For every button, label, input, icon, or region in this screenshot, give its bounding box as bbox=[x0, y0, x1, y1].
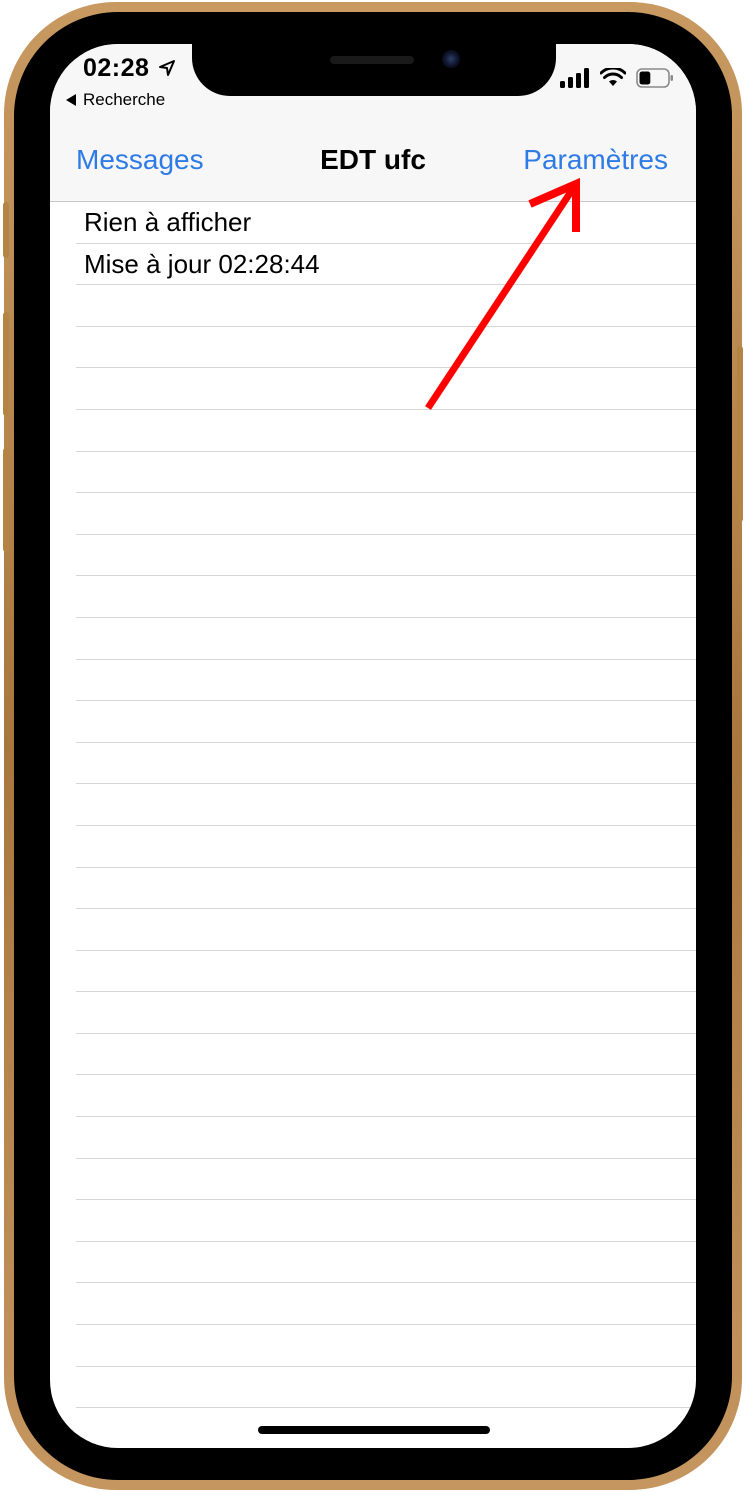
empty-row bbox=[76, 1325, 696, 1367]
front-camera bbox=[442, 50, 460, 68]
home-indicator[interactable] bbox=[258, 1426, 490, 1434]
empty-row bbox=[76, 868, 696, 910]
wifi-icon bbox=[600, 68, 626, 86]
empty-row bbox=[76, 410, 696, 452]
status-indicators bbox=[560, 68, 674, 88]
empty-row bbox=[76, 493, 696, 535]
empty-row bbox=[76, 1117, 696, 1159]
speaker-grille bbox=[330, 56, 414, 64]
notch bbox=[192, 44, 556, 96]
empty-row bbox=[76, 992, 696, 1034]
back-to-app-link[interactable]: Recherche bbox=[64, 90, 165, 110]
empty-row bbox=[76, 951, 696, 993]
list-item[interactable]: Mise à jour 02:28:44 bbox=[76, 244, 696, 286]
empty-row bbox=[76, 909, 696, 951]
messages-back-button[interactable]: Messages bbox=[76, 144, 204, 176]
empty-row bbox=[76, 535, 696, 577]
empty-row bbox=[76, 327, 696, 369]
location-arrow-icon bbox=[159, 60, 175, 76]
empty-row bbox=[76, 576, 696, 618]
empty-row bbox=[76, 701, 696, 743]
list-item-label: Rien à afficher bbox=[84, 207, 252, 237]
empty-row bbox=[76, 1200, 696, 1242]
power-button bbox=[737, 346, 743, 522]
list-item-label: Mise à jour 02:28:44 bbox=[84, 248, 320, 279]
empty-row bbox=[76, 1075, 696, 1118]
list-item[interactable]: Rien à afficher bbox=[76, 202, 696, 244]
empty-row bbox=[76, 618, 696, 660]
schedule-list: Rien à afficher Mise à jour 02:28:44 bbox=[50, 202, 696, 1448]
empty-row bbox=[76, 368, 696, 410]
empty-row bbox=[76, 285, 696, 327]
empty-row bbox=[76, 1242, 696, 1284]
screen: 02:28 Recherche Messages EDT ufc Paramèt… bbox=[50, 44, 696, 1448]
back-to-app-label: Recherche bbox=[83, 90, 166, 109]
mute-switch bbox=[3, 202, 9, 258]
status-time: 02:28 bbox=[83, 54, 150, 82]
settings-button[interactable]: Paramètres bbox=[523, 144, 668, 176]
empty-row bbox=[76, 660, 696, 702]
empty-row bbox=[76, 452, 696, 494]
empty-row bbox=[76, 1283, 696, 1326]
empty-row bbox=[76, 743, 696, 785]
volume-up-button bbox=[3, 312, 9, 416]
back-triangle-icon bbox=[66, 94, 76, 106]
empty-row bbox=[76, 1367, 696, 1409]
empty-row bbox=[76, 784, 696, 826]
volume-down-button bbox=[3, 448, 9, 552]
empty-row bbox=[76, 1034, 696, 1076]
battery-icon bbox=[636, 68, 673, 88]
empty-row bbox=[76, 826, 696, 868]
cellular-signal-icon bbox=[560, 68, 589, 88]
empty-row bbox=[76, 1159, 696, 1201]
